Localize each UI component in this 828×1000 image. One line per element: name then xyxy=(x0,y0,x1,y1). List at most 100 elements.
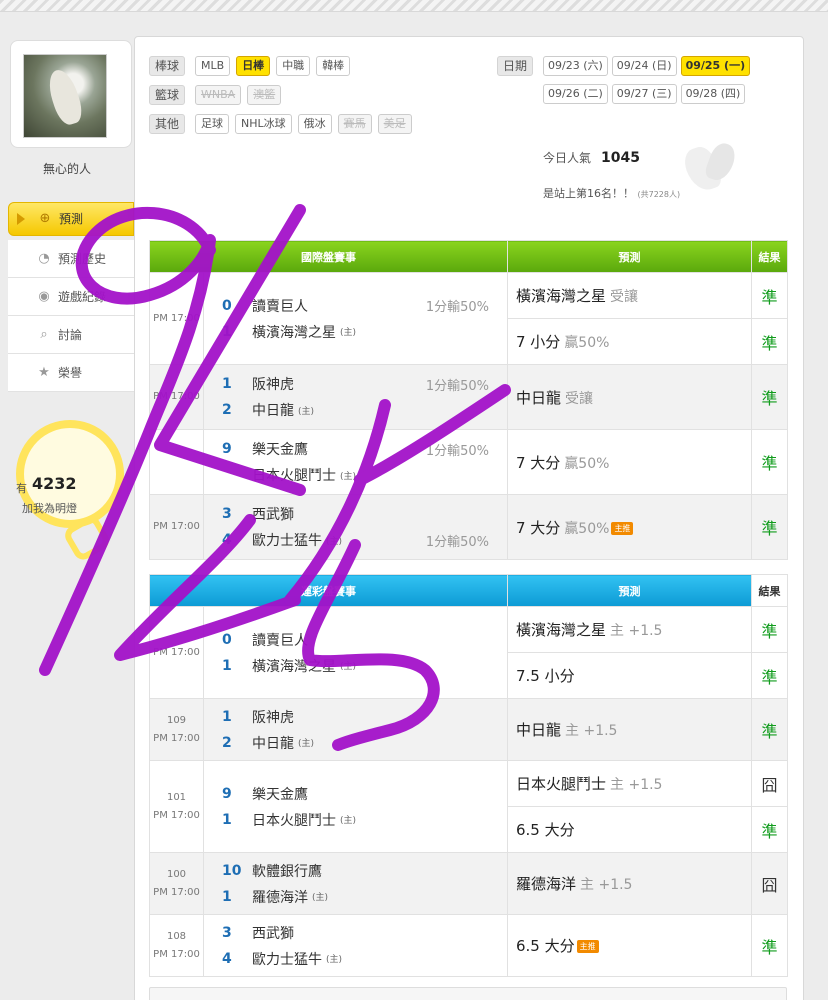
prediction-cell: 中日龍主 +1.5 xyxy=(507,698,752,761)
result-cell: 囧 xyxy=(751,852,788,915)
table-row: 101 PM 17:00 9 樂天金鷹 1 日本火腿鬥士 (主) 日本火腿鬥士主 +1.… xyxy=(149,760,788,853)
result-cell: 準 xyxy=(751,698,788,761)
filter-row-basketball: 籃球 WNBA 澳籃 xyxy=(149,84,287,106)
side-item-honor[interactable]: ★ 榮譽 xyxy=(8,354,134,392)
filter-chip-nhl[interactable]: NHL冰球 xyxy=(235,114,292,134)
side-item-record[interactable]: ◉ 遊戲紀錄 xyxy=(8,278,134,316)
game-id-cell xyxy=(149,429,204,495)
prediction-cell: 7 大分 贏50% 主推 xyxy=(507,494,752,560)
date-chip[interactable]: 09/26 (二) xyxy=(543,84,608,104)
table-row: 9 樂天金鷹 1分輸50% 日本火腿鬥士 (主) 7 大分 贏50% 準 xyxy=(149,429,788,495)
side-item-label: 預測歷史 xyxy=(58,252,107,266)
team-home: 2 中日龍 (主) xyxy=(222,402,315,419)
team-away: 9 樂天金鷹 xyxy=(222,785,308,803)
side-item-label: 遊戲紀錄 xyxy=(58,290,107,304)
result-cell: 準 xyxy=(751,806,788,853)
side-item-discuss[interactable]: ⌕ 討論 xyxy=(8,316,134,354)
filter-chip-kbo[interactable]: 韓棒 xyxy=(316,56,351,76)
game-teams-cell: 3 西武獅 4 歐力士猛牛 (主) 1分輸50% xyxy=(203,494,508,560)
team-away: 0 讀賣巨人 1分輸50% xyxy=(222,297,489,316)
result-cell: 準 xyxy=(751,606,788,653)
side-item-predict[interactable]: ⊕ 預測 xyxy=(8,202,134,236)
filter-chip-horse: 賽馬 xyxy=(337,114,372,134)
side-item-label: 榮譽 xyxy=(58,366,83,380)
side-item-label: 預測 xyxy=(59,212,84,226)
result-cell: 準 xyxy=(751,914,788,977)
lottery-header-games: 運彩盤賽事 xyxy=(149,574,508,607)
game-id-cell: PM 17:00 xyxy=(149,606,204,699)
prediction-cell: 橫濱海灣之星主 +1.5 xyxy=(507,606,752,653)
medal-icon: ★ xyxy=(38,364,50,380)
result-cell: 準 xyxy=(751,652,788,699)
table-row: PM 17:00 0 讀賣巨人 1分輸50% 1 橫濱海灣之星 (主) 橫濱海灣之星 受讓… xyxy=(149,272,788,365)
game-id-cell: 108 PM 17:00 xyxy=(149,914,204,977)
game-teams-cell: 9 樂天金鷹 1 日本火腿鬥士 (主) xyxy=(203,760,508,853)
game-id-cell: PM 17:00 xyxy=(149,272,204,365)
rank-text: 是站上第16名！！ (共7228人) xyxy=(543,185,680,201)
discuss-icon: ⌕ xyxy=(40,326,48,342)
date-chip[interactable]: 09/24 (日) xyxy=(611,56,677,76)
table-row: 109 PM 17:00 1 阪神虎 2 中日龍 (主) 中日龍主 +1.5 準 xyxy=(149,698,788,761)
team-home: 1 羅德海洋 (主) xyxy=(222,888,329,906)
game-teams-cell: 9 樂天金鷹 1分輸50% 日本火腿鬥士 (主) xyxy=(203,429,508,495)
intl-games-table: 國際盤賽事 預測 結果 PM 17:00 0 讀賣巨人 1分輸50% 1 橫濱海灣之星… xyxy=(149,240,788,560)
game-teams-cell: 1 阪神虎 2 中日龍 (主) xyxy=(203,698,508,761)
intl-header-prediction: 預測 xyxy=(507,240,752,273)
bulb-count: 4232 xyxy=(32,474,77,493)
game-id-cell: 100 PM 17:00 xyxy=(149,852,204,915)
prediction-cell: 6.5 大分 主推 xyxy=(507,914,752,977)
intl-header-result: 結果 xyxy=(751,240,788,273)
filter-chip-nfl: 美足 xyxy=(377,114,412,134)
filter-chip-npb[interactable]: 日棒 xyxy=(236,56,271,76)
team-away: 1 阪神虎 xyxy=(222,708,294,726)
date-chip[interactable]: 09/27 (三) xyxy=(611,84,677,104)
game-id-cell: 101 PM 17:00 xyxy=(149,760,204,853)
table-row: 100 PM 17:00 10 軟體銀行鷹 1 羅德海洋 (主) 羅德海洋主 +1.5 … xyxy=(149,852,788,915)
team-away: 3 西武獅 xyxy=(222,506,294,523)
team-home: 1 日本火腿鬥士 (主) xyxy=(222,811,357,829)
light-me-link[interactable]: 加我為明燈 xyxy=(22,500,77,516)
lottery-header-result: 結果 xyxy=(751,574,788,607)
game-id-cell: PM 17:00 xyxy=(149,364,204,430)
game-teams-cell: 10 軟體銀行鷹 1 羅德海洋 (主) xyxy=(203,852,508,915)
prediction-cell: 7 小分 贏50% xyxy=(507,318,752,365)
user-name[interactable]: 無心的人 xyxy=(0,160,134,177)
filter-chip-cpbl[interactable]: 中職 xyxy=(276,56,311,76)
prediction-cell: 羅德海洋主 +1.5 xyxy=(507,852,752,915)
team-away: 1 阪神虎 1分輸50% xyxy=(222,376,489,394)
game-id-cell: PM 17:00 xyxy=(149,494,204,560)
avatar[interactable] xyxy=(23,54,107,138)
side-item-history[interactable]: ◔ 預測歷史 xyxy=(8,240,134,278)
result-cell: 準 xyxy=(751,494,788,560)
prediction-cell: 6.5 大分 xyxy=(507,806,752,853)
prediction-cell: 日本火腿鬥士主 +1.5 xyxy=(507,760,752,807)
filter-chip-mlb[interactable]: MLB xyxy=(195,56,231,76)
filter-chip-wnba: WNBA xyxy=(195,85,242,105)
filter-chip-khl[interactable]: 俄冰 xyxy=(297,114,332,134)
game-teams-cell: 1 阪神虎 1分輸50% 2 中日龍 (主) xyxy=(203,364,508,430)
featured-pick-badge: 主推 xyxy=(576,940,599,953)
comment-bar[interactable] xyxy=(149,987,787,1000)
team-home: 1 橫濱海灣之星 (主) xyxy=(222,323,357,341)
team-home: 4 歐力士猛牛 (主) 1分輸50% xyxy=(222,532,489,550)
date-chip[interactable]: 09/23 (六) xyxy=(543,56,608,76)
date-label: 日期 xyxy=(497,56,534,76)
team-away: 0 讀賣巨人 xyxy=(222,631,308,649)
popularity-label: 今日人氣 xyxy=(543,151,592,165)
date-chip-selected[interactable]: 09/25 (一) xyxy=(680,56,751,76)
game-teams-cell: 0 讀賣巨人 1 橫濱海灣之星 (主) xyxy=(203,606,508,699)
filter-label: 棒球 xyxy=(149,56,186,76)
team-home: 1 橫濱海灣之星 (主) xyxy=(222,657,357,675)
filter-label: 籃球 xyxy=(149,85,186,105)
filter-chip-soccer[interactable]: 足球 xyxy=(195,114,230,134)
result-cell: 準 xyxy=(751,272,788,319)
table-row: PM 17:00 0 讀賣巨人 1 橫濱海灣之星 (主) 橫濱海灣之星主 +1.5 準 xyxy=(149,606,788,699)
team-away: 9 樂天金鷹 1分輸50% xyxy=(222,441,489,459)
team-home: 2 中日龍 (主) xyxy=(222,734,315,752)
game-teams-cell: 3 西武獅 4 歐力士猛牛 (主) xyxy=(203,914,508,977)
prediction-cell: 7.5 小分 xyxy=(507,652,752,699)
date-chip[interactable]: 09/28 (四) xyxy=(680,84,746,104)
light-bulb-widget[interactable]: 有 4232 加我為明燈 xyxy=(10,420,128,570)
rank-label: 是站上第16名！！ xyxy=(543,187,634,200)
history-icon: ◔ xyxy=(38,250,50,266)
